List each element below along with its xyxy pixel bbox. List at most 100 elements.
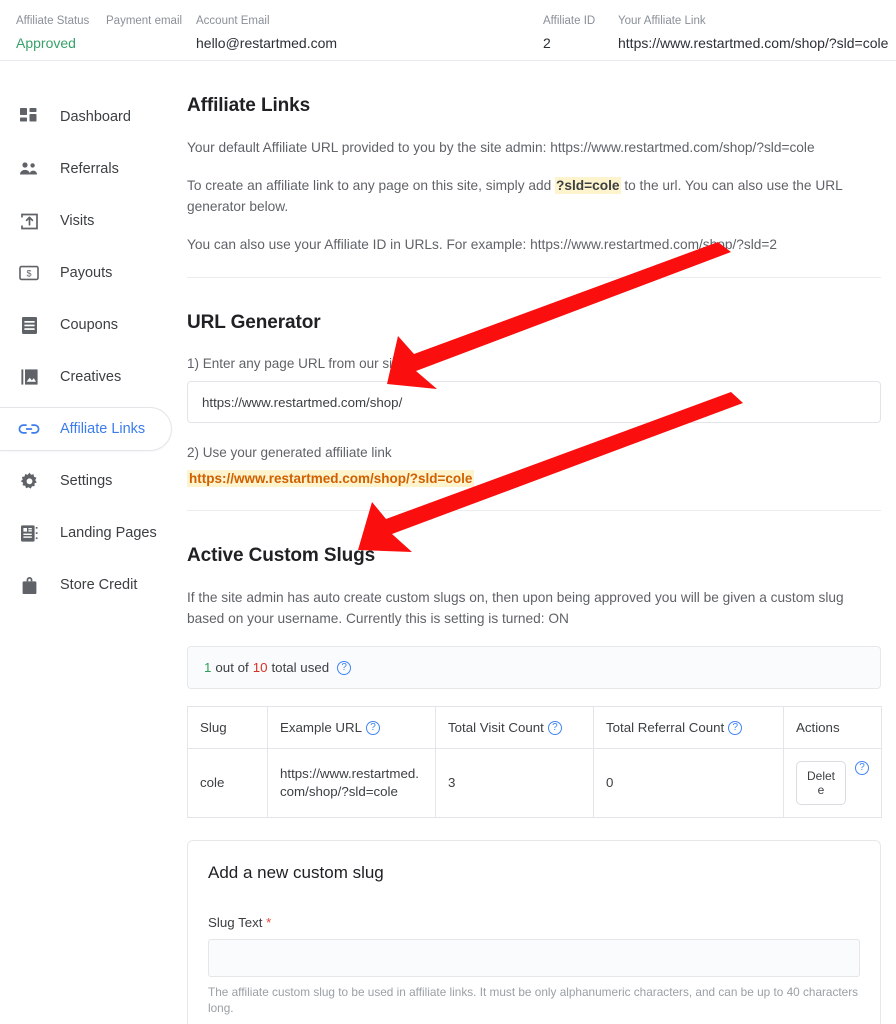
sld-parameter-highlight: ?sld=cole xyxy=(555,177,621,194)
affiliate-id-prefix: You can also use your Affiliate ID in UR… xyxy=(187,237,530,252)
sidebar-item-dashboard[interactable]: Dashboard xyxy=(0,95,180,139)
url-generator-title: URL Generator xyxy=(187,312,880,334)
help-icon[interactable]: ? xyxy=(548,721,562,735)
create-link-prefix: To create an affiliate link to any page … xyxy=(187,178,555,193)
affiliate-status-label: Affiliate Status xyxy=(16,14,89,29)
affiliate-status-value: Approved xyxy=(16,32,89,54)
custom-slugs-table: Slug Example URL? Total Visit Count? Tot… xyxy=(187,706,882,818)
column-header-label: Example URL xyxy=(280,720,362,735)
add-custom-slug-card: Add a new custom slug Slug Text * The af… xyxy=(187,840,881,1024)
help-icon[interactable]: ? xyxy=(855,761,869,775)
gear-icon xyxy=(16,468,42,494)
table-header-row: Slug Example URL? Total Visit Count? Tot… xyxy=(188,707,882,749)
sidebar-item-affiliate-links[interactable]: Affiliate Links xyxy=(0,407,172,451)
sidebar-item-label: Payouts xyxy=(60,265,112,281)
sidebar-item-label: Store Credit xyxy=(60,577,137,593)
affiliate-id-label: Affiliate ID xyxy=(543,14,595,29)
cell-referral-count: 0 xyxy=(594,749,784,818)
sidebar-item-label: Affiliate Links xyxy=(60,421,145,437)
generated-affiliate-link[interactable]: https://www.restartmed.com/shop/?sld=col… xyxy=(187,470,474,487)
affiliate-links-page: Affiliate Status Approved Payment email … xyxy=(0,0,896,1024)
page-title: Affiliate Links xyxy=(187,95,880,117)
divider-above-custom-slugs xyxy=(187,510,881,511)
dashboard-icon xyxy=(16,104,42,130)
cell-slug: cole xyxy=(188,749,268,818)
active-custom-slugs-title: Active Custom Slugs xyxy=(187,545,880,567)
table-row: cole https://www.restartmed.com/shop/?sl… xyxy=(188,749,882,818)
sidebar-item-label: Landing Pages xyxy=(60,525,157,541)
create-link-paragraph: To create an affiliate link to any page … xyxy=(187,175,880,217)
sidebar-item-label: Dashboard xyxy=(60,109,131,125)
upload-box-icon xyxy=(16,208,42,234)
account-email-label: Account Email xyxy=(196,14,337,29)
column-header-example-url: Example URL? xyxy=(268,707,436,749)
sidebar-item-label: Creatives xyxy=(60,369,121,385)
page-url-input[interactable] xyxy=(187,381,881,423)
affiliate-link-column: Your Affiliate Link https://www.restartm… xyxy=(618,14,888,54)
sidebar-item-settings[interactable]: Settings xyxy=(0,459,180,503)
default-url-value: https://www.restartmed.com/shop/?sld=col… xyxy=(550,140,814,155)
image-icon xyxy=(16,364,42,390)
cell-visit-count: 3 xyxy=(436,749,594,818)
sidebar-item-label: Settings xyxy=(60,473,112,489)
link-icon xyxy=(16,416,42,442)
sidebar-item-coupons[interactable]: Coupons xyxy=(0,303,180,347)
account-email-column: Account Email hello@restartmed.com xyxy=(196,14,337,54)
account-email-value: hello@restartmed.com xyxy=(196,32,337,54)
bag-icon xyxy=(16,572,42,598)
counter-suffix-text: total used xyxy=(271,660,329,675)
generated-affiliate-link-wrapper: https://www.restartmed.com/shop/?sld=col… xyxy=(187,470,880,488)
divider-above-url-generator xyxy=(187,277,881,278)
affiliate-id-column: Affiliate ID 2 xyxy=(543,14,595,54)
custom-slugs-description: If the site admin has auto create custom… xyxy=(187,587,880,629)
help-icon[interactable]: ? xyxy=(337,661,351,675)
sidebar-item-store-credit[interactable]: Store Credit xyxy=(0,563,180,607)
account-summary-bar: Affiliate Status Approved Payment email … xyxy=(0,0,896,61)
payment-email-label: Payment email xyxy=(106,14,182,29)
required-marker: * xyxy=(266,915,271,930)
help-icon[interactable]: ? xyxy=(728,721,742,735)
column-header-label: Actions xyxy=(796,720,840,735)
column-header-actions: Actions xyxy=(784,707,882,749)
default-url-paragraph: Your default Affiliate URL provided to y… xyxy=(187,137,880,158)
landing-page-icon xyxy=(16,520,42,546)
coupon-icon xyxy=(16,312,42,338)
column-header-total-referral-count: Total Referral Count? xyxy=(594,707,784,749)
slugs-total-count: 10 xyxy=(253,660,268,675)
slug-text-label: Slug Text * xyxy=(208,915,860,930)
cell-actions: Delete ? xyxy=(784,749,882,818)
sidebar-nav: Dashboard Referrals Visits xyxy=(0,61,180,1024)
sidebar-item-visits[interactable]: Visits xyxy=(0,199,180,243)
sidebar-item-label: Coupons xyxy=(60,317,118,333)
add-slug-title: Add a new custom slug xyxy=(208,863,860,883)
column-header-label: Total Referral Count xyxy=(606,720,724,735)
affiliate-id-value: 2 xyxy=(543,32,595,54)
svg-text:$: $ xyxy=(26,268,31,278)
sidebar-item-label: Referrals xyxy=(60,161,119,177)
sidebar-item-label: Visits xyxy=(60,213,94,229)
affiliate-id-url: https://www.restartmed.com/shop/?sld=2 xyxy=(530,237,777,252)
affiliate-status-column: Affiliate Status Approved xyxy=(16,14,89,54)
main-content: Affiliate Links Your default Affiliate U… xyxy=(180,61,896,1024)
sidebar-item-landing-pages[interactable]: Landing Pages xyxy=(0,511,180,555)
sidebar-item-creatives[interactable]: Creatives xyxy=(0,355,180,399)
slug-help-text: The affiliate custom slug to be used in … xyxy=(208,984,860,1016)
url-generator-step1-label: 1) Enter any page URL from our site xyxy=(187,356,880,371)
slug-usage-counter: 1 out of 10 total used? xyxy=(187,646,881,689)
money-icon: $ xyxy=(16,260,42,286)
affiliate-link-value: https://www.restartmed.com/shop/?sld=col… xyxy=(618,32,888,54)
people-icon xyxy=(16,156,42,182)
delete-button[interactable]: Delete xyxy=(796,761,846,805)
cell-example-url: https://www.restartmed.com/shop/?sld=col… xyxy=(268,749,436,818)
slug-text-label-text: Slug Text xyxy=(208,915,262,930)
column-header-total-visit-count: Total Visit Count? xyxy=(436,707,594,749)
sidebar-item-payouts[interactable]: $ Payouts xyxy=(0,251,180,295)
url-generator-step2-label: 2) Use your generated affiliate link xyxy=(187,445,880,460)
help-icon[interactable]: ? xyxy=(366,721,380,735)
sidebar-item-referrals[interactable]: Referrals xyxy=(0,147,180,191)
column-header-label: Total Visit Count xyxy=(448,720,544,735)
affiliate-link-label: Your Affiliate Link xyxy=(618,14,888,29)
affiliate-id-paragraph: You can also use your Affiliate ID in UR… xyxy=(187,234,880,255)
counter-middle-text: out of xyxy=(215,660,248,675)
slug-text-input[interactable] xyxy=(208,939,860,977)
